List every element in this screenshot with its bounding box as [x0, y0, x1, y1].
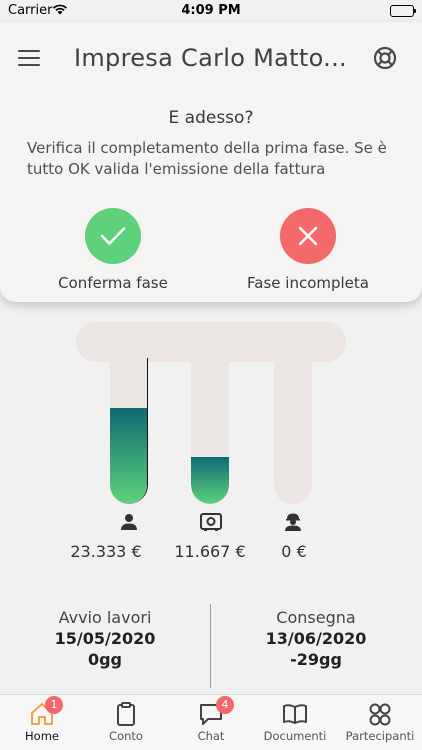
chat-badge: 4: [216, 696, 234, 714]
tab-chat[interactable]: 4 Chat: [169, 696, 253, 747]
escrow-funds-tube: [191, 358, 229, 504]
lifebuoy-icon[interactable]: [373, 46, 397, 70]
tab-documenti-label: Documenti: [263, 729, 327, 743]
tab-documenti[interactable]: Documenti: [253, 701, 337, 747]
tab-conto[interactable]: Conto: [84, 701, 168, 747]
worker-icon: [283, 512, 303, 532]
start-date: 15/05/2020: [54, 629, 156, 648]
schedule-section: Avvio lavori 15/05/2020 0gg Consegna 13/…: [0, 604, 422, 688]
contractor-funds-tube: [274, 358, 312, 504]
end-title: Consegna: [276, 608, 356, 627]
tab-conto-label: Conto: [109, 729, 143, 743]
clipboard-icon[interactable]: [113, 701, 139, 727]
client-amount: 23.333 €: [70, 542, 142, 561]
end-date: 13/06/2020: [265, 629, 367, 648]
prompt-description: Verifica il completamento della prima fa…: [27, 139, 387, 178]
tab-partecipanti-label: Partecipanti: [345, 729, 415, 743]
header: Impresa Carlo Matto...: [0, 22, 422, 94]
start-date-block: Avvio lavori 15/05/2020 0gg: [5, 608, 205, 669]
chat-icon[interactable]: 4: [198, 696, 234, 727]
escrow-funds-level: [191, 457, 229, 504]
end-days: -29gg: [290, 650, 342, 669]
home-badge: 1: [45, 696, 63, 714]
clock: 4:09 PM: [181, 3, 241, 18]
end-date-block: Consegna 13/06/2020 -29gg: [216, 608, 416, 669]
tab-bar: 1 Home Conto 4 Chat Documenti Partecipan…: [0, 694, 422, 750]
divider: [210, 604, 211, 688]
battery-icon: [390, 5, 416, 17]
status-bar: Carrier 4:09 PM: [0, 0, 422, 22]
funds-reservoir: [76, 322, 346, 362]
tab-home-label: Home: [25, 729, 59, 743]
book-icon[interactable]: [282, 701, 308, 727]
tab-home[interactable]: 1 Home: [0, 696, 84, 747]
prompt-question: E adesso?: [168, 108, 254, 128]
client-funds-level: [110, 407, 147, 504]
person-icon: [119, 512, 139, 532]
client-funds-tube: [110, 358, 148, 504]
phase-check-card: Impresa Carlo Matto... E adesso? Verific…: [0, 22, 422, 302]
menu-icon[interactable]: [18, 50, 40, 66]
check-icon[interactable]: [85, 208, 141, 264]
home-icon[interactable]: 1: [29, 696, 63, 727]
incomplete-phase-label: Fase incompleta: [247, 274, 369, 292]
incomplete-phase-button[interactable]: Fase incompleta: [223, 208, 393, 292]
page-title: Impresa Carlo Matto...: [74, 44, 347, 72]
start-title: Avvio lavori: [58, 608, 152, 627]
start-days: 0gg: [87, 650, 123, 669]
funds-distribution: 23.333 € 11.667 € 0 €: [0, 322, 422, 582]
participants-icon[interactable]: [367, 701, 393, 727]
close-icon[interactable]: [280, 208, 336, 264]
confirm-phase-label: Conferma fase: [58, 274, 168, 292]
contractor-amount: 0 €: [281, 542, 307, 561]
tab-chat-label: Chat: [197, 729, 225, 743]
safe-icon: [200, 512, 222, 532]
tab-partecipanti[interactable]: Partecipanti: [338, 701, 422, 747]
confirm-phase-button[interactable]: Conferma fase: [28, 208, 198, 292]
